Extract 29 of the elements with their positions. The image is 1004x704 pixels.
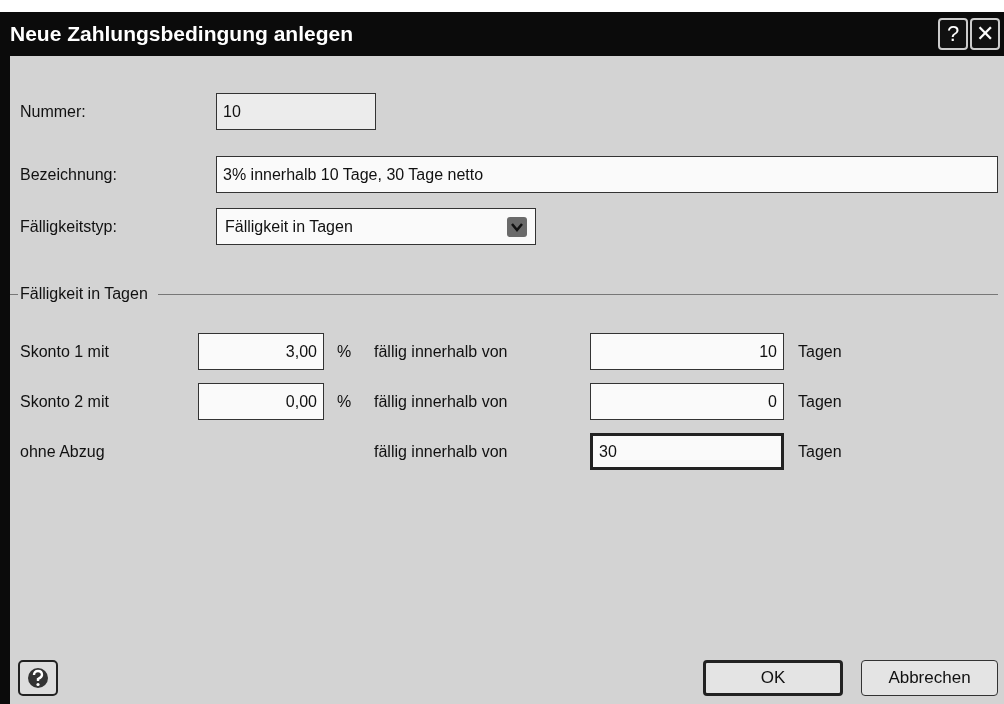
days-unit: Tagen xyxy=(798,392,842,411)
discount-percent-field[interactable]: 0,00 xyxy=(198,383,324,420)
description-field[interactable]: 3% innerhalb 10 Tage, 30 Tage netto xyxy=(216,156,998,193)
field-label: Fälligkeitstyp: xyxy=(20,217,118,236)
close-button[interactable]: ✕ xyxy=(970,18,1000,50)
due-label: fällig innerhalb von xyxy=(374,442,509,461)
help-icon[interactable] xyxy=(18,660,58,696)
due-type-dropdown[interactable]: Fälligkeit in Tagen xyxy=(216,208,536,245)
days-field[interactable]: 0 xyxy=(590,383,784,420)
percent-unit: % xyxy=(337,342,352,360)
days-unit: Tagen xyxy=(798,442,842,461)
row-label: Skonto 1 mit xyxy=(20,342,110,361)
days-field[interactable]: 30 xyxy=(590,433,784,470)
due-label: fällig innerhalb von xyxy=(374,392,509,411)
number-field[interactable]: 10 xyxy=(216,93,376,130)
percent-unit: % xyxy=(337,392,352,410)
days-field[interactable]: 10 xyxy=(590,333,784,370)
due-label: fällig innerhalb von xyxy=(374,342,509,361)
field-label: Bezeichnung: xyxy=(20,165,118,184)
group-title: Fälligkeit in Tagen xyxy=(19,285,148,303)
help-button[interactable]: ? xyxy=(938,18,968,50)
row-label: Skonto 2 mit xyxy=(20,392,110,411)
days-unit: Tagen xyxy=(798,342,842,361)
discount-percent-field[interactable]: 3,00 xyxy=(198,333,324,370)
row-label: ohne Abzug xyxy=(20,442,106,461)
field-label: Nummer: xyxy=(20,102,87,121)
window-title: Neue Zahlungsbedingung anlegen xyxy=(10,22,353,46)
cancel-button[interactable]: Abbrechen xyxy=(861,660,998,696)
ok-button[interactable]: OK xyxy=(703,660,843,696)
